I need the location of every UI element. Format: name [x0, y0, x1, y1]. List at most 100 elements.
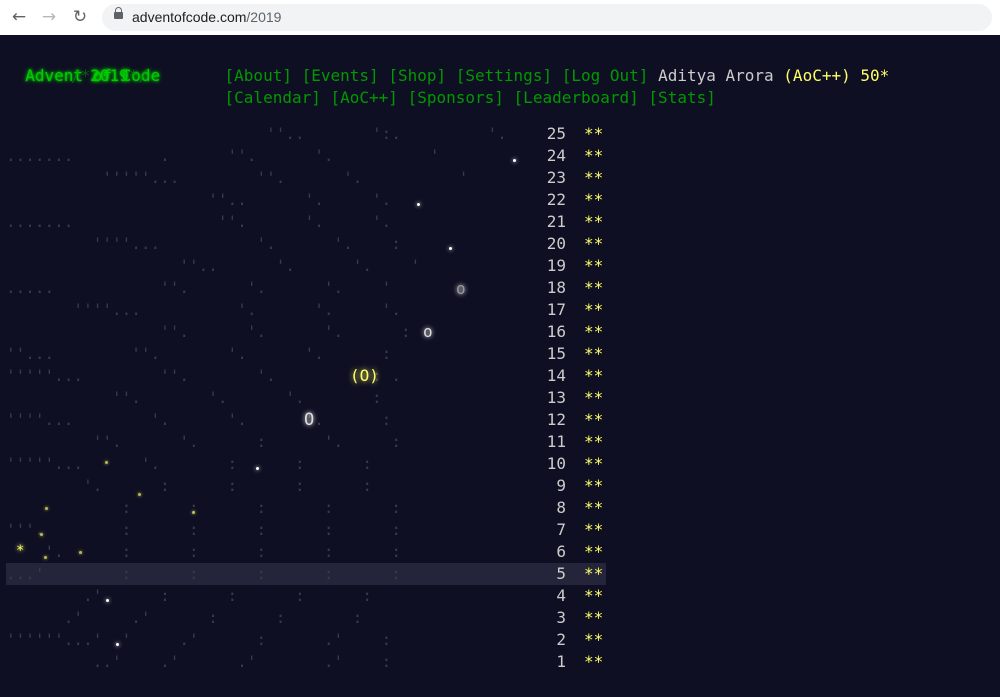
- calendar-art: ''. '. : '. :: [6, 432, 411, 451]
- calendar-day-20[interactable]: ''''... '. '. : 20 **: [6, 233, 606, 255]
- calendar-day-9[interactable]: '. : : : : 9 **: [6, 475, 606, 497]
- planet-large: O: [304, 410, 315, 430]
- calendar-day-15[interactable]: ''... ''. '. '. : 15 **: [6, 343, 606, 365]
- day-stars: **: [584, 256, 604, 275]
- calendar-day-7[interactable]: '''. : : : : : 7 **: [6, 519, 606, 541]
- address-bar[interactable]: adventofcode.com/2019: [102, 4, 992, 31]
- day-stars: **: [584, 542, 604, 561]
- url-host: adventofcode.com: [132, 9, 247, 25]
- day-stars: **: [584, 410, 604, 429]
- day-number: 24: [546, 146, 566, 165]
- day-number: 23: [546, 168, 566, 187]
- lock-icon: [114, 7, 123, 19]
- calendar-art: ''.. '. '. ': [6, 256, 421, 275]
- day-stars: **: [584, 564, 604, 583]
- forward-arrow-icon[interactable]: →: [38, 6, 60, 28]
- nav-aocplus[interactable]: [AoC++]: [331, 88, 398, 107]
- planet-tiny: o: [456, 279, 466, 298]
- planet-ring: (O): [350, 366, 379, 385]
- calendar-day-25[interactable]: ''.. ':. '. 25 **: [6, 123, 606, 145]
- nav-calendar[interactable]: [Calendar]: [225, 88, 321, 107]
- sky-star: [116, 643, 119, 646]
- calendar-art: ''''... '. '. :: [6, 234, 421, 253]
- calendar-art: ''''''...' .' .' : .' :: [6, 630, 401, 649]
- day-number: 5: [556, 564, 566, 583]
- calendar-art: '. : : : :: [6, 476, 401, 495]
- day-stars: **: [584, 454, 604, 473]
- calendar-art: .' .' : : :: [6, 608, 401, 627]
- calendar-day-16[interactable]: ''. '. '. : 16 **: [6, 321, 606, 343]
- sub-header: /*2019*/ [Calendar] [AoC++] [Sponsors] […: [6, 65, 716, 131]
- calendar-day-11[interactable]: ''. '. : '. : 11 **: [6, 431, 606, 453]
- calendar-day-10[interactable]: '''''... '. : : : 10 **: [6, 453, 606, 475]
- url-text[interactable]: adventofcode.com/2019: [132, 8, 281, 27]
- day-number: 12: [546, 410, 566, 429]
- calendar-day-18[interactable]: ..... ''. '. '. ' 18 **: [6, 277, 606, 299]
- calendar-day-17[interactable]: ''''... '. '. '. 17 **: [6, 299, 606, 321]
- sky-star: [192, 511, 195, 514]
- calendar-day-14[interactable]: '''''... ''. '. : . 14 **: [6, 365, 606, 387]
- day-stars: **: [584, 322, 604, 341]
- url-path: /2019: [246, 9, 282, 25]
- calendar-day-2[interactable]: ''''''...' .' .' : .' : 2 **: [6, 629, 606, 651]
- calendar-art: '''. : : : : :: [6, 520, 411, 539]
- aoc-plus-badge[interactable]: (AoC++): [783, 66, 850, 85]
- day-number: 10: [546, 454, 566, 473]
- year-text[interactable]: 2019: [90, 66, 129, 85]
- day-stars: **: [584, 278, 604, 297]
- calendar-art: ...' : : : : :: [6, 564, 411, 583]
- calendar-art: '''''... ''. '. : .: [6, 366, 401, 385]
- day-number: 25: [546, 124, 566, 143]
- day-stars: **: [584, 300, 604, 319]
- day-number: 18: [546, 278, 566, 297]
- calendar-art: ''... ''. '. '. :: [6, 344, 401, 363]
- day-stars: **: [584, 630, 604, 649]
- day-number: 8: [556, 498, 566, 517]
- calendar-art: ....... ''. '. '.: [6, 212, 421, 231]
- calendar-day-6[interactable]: '. : : : : : 6 **: [6, 541, 606, 563]
- calendar: ''.. ':. '. 25 **....... . ''. '. ' 24 ** ''…: [6, 123, 606, 673]
- sky-star: [40, 533, 43, 536]
- sky-star: [106, 599, 109, 602]
- calendar-day-3[interactable]: .' .' : : : 3 **: [6, 607, 606, 629]
- sky-star: [256, 467, 259, 470]
- day-number: 17: [546, 300, 566, 319]
- calendar-day-19[interactable]: ''.. '. '. ' 19 **: [6, 255, 606, 277]
- calendar-day-8[interactable]: : : : : : 8 **: [6, 497, 606, 519]
- calendar-art: '. : : : : :: [6, 542, 411, 561]
- day-number: 16: [546, 322, 566, 341]
- calendar-day-4[interactable]: .' : : : : 4 **: [6, 585, 606, 607]
- sky-star: [79, 551, 82, 554]
- calendar-art: ''''... '. '. '. :: [6, 410, 401, 429]
- day-stars: **: [584, 344, 604, 363]
- day-stars: **: [584, 498, 604, 517]
- star-icon: *: [16, 543, 25, 559]
- year-prefix: /*: [71, 66, 91, 85]
- event-nav: [Calendar] [AoC++] [Sponsors] [Leaderboa…: [186, 65, 716, 131]
- day-number: 21: [546, 212, 566, 231]
- calendar-day-1[interactable]: ..' .' .' .' : 1 **: [6, 651, 606, 673]
- sky-star: [417, 203, 420, 206]
- sky-star: [44, 556, 47, 559]
- day-stars: **: [584, 388, 604, 407]
- calendar-day-23[interactable]: '''''... ''. '. ' 23 **: [6, 167, 606, 189]
- day-stars: **: [584, 652, 604, 671]
- calendar-day-24[interactable]: ....... . ''. '. ' 24 **: [6, 145, 606, 167]
- day-number: 1: [556, 652, 566, 671]
- back-arrow-icon[interactable]: ←: [8, 6, 30, 28]
- nav-leaderboard[interactable]: [Leaderboard]: [514, 88, 639, 107]
- day-number: 7: [556, 520, 566, 539]
- calendar-day-22[interactable]: ''.. '. '. 22 **: [6, 189, 606, 211]
- day-stars: **: [584, 234, 604, 253]
- day-stars: **: [584, 190, 604, 209]
- calendar-art: ....... . ''. '. ': [6, 146, 440, 165]
- calendar-day-5[interactable]: ...' : : : : : 5 **: [6, 563, 606, 585]
- nav-stats[interactable]: [Stats]: [648, 88, 715, 107]
- nav-sponsors[interactable]: [Sponsors]: [408, 88, 504, 107]
- calendar-art: ''''... '. '. '.: [6, 300, 411, 319]
- reload-icon[interactable]: ↻: [69, 6, 91, 28]
- calendar-art: : : : : :: [6, 498, 411, 517]
- calendar-art: .' : : : :: [6, 586, 401, 605]
- calendar-day-13[interactable]: ''. '. '. : 13 **: [6, 387, 606, 409]
- calendar-day-21[interactable]: ....... ''. '. '. 21 **: [6, 211, 606, 233]
